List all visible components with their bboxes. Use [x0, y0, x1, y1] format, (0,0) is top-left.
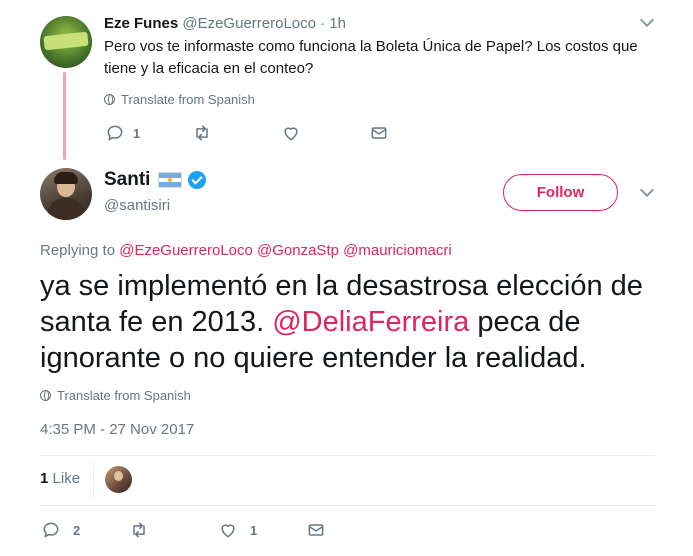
translate-label: Translate from Spanish	[121, 92, 255, 107]
liker-avatar[interactable]	[105, 466, 132, 493]
main-tweet-text: ya se implementó en la desastrosa elecci…	[40, 268, 665, 376]
thread-connector	[63, 72, 66, 160]
retweet-button[interactable]	[129, 520, 149, 540]
reply-icon	[43, 522, 59, 538]
dm-icon	[371, 127, 387, 139]
reply-button[interactable]: 1	[105, 123, 140, 143]
mention-link[interactable]: @mauriciomacri	[343, 242, 452, 259]
retweet-icon	[196, 125, 208, 141]
reply-icon	[107, 125, 123, 141]
main-author-row: Santi	[104, 169, 207, 191]
chevron-down-icon[interactable]	[639, 12, 655, 28]
reply-tweet-text: Pero vos te informaste como funciona la …	[104, 38, 638, 77]
like-button[interactable]: 1	[218, 520, 257, 540]
tweet-timestamp[interactable]: 4:35 PM - 27 Nov 2017	[40, 421, 194, 438]
likes-count: 1	[40, 470, 49, 487]
avatar-eze-funes[interactable]	[40, 16, 92, 68]
mention-link[interactable]: @DeliaFerreira	[272, 306, 469, 338]
dm-icon	[308, 524, 324, 536]
replying-prefix: Replying to	[40, 242, 116, 259]
reply-count: 1	[133, 125, 141, 141]
divider	[40, 505, 655, 506]
translate-link[interactable]: Translate from Spanish	[40, 388, 191, 403]
reply-author-name[interactable]: Eze Funes	[104, 15, 178, 32]
globe-icon	[40, 390, 51, 401]
chevron-down-icon[interactable]	[639, 182, 655, 198]
reply-tweet-header: Eze Funes @EzeGuerreroLoco · 1h	[104, 15, 346, 32]
main-author-name[interactable]: Santi	[104, 169, 150, 191]
likes-label: Like	[52, 470, 81, 487]
verified-icon	[188, 171, 207, 189]
mention-link[interactable]: @EzeGuerreroLoco	[119, 242, 253, 259]
main-author-handle[interactable]: @santisiri	[104, 197, 170, 214]
replying-to: Replying to @EzeGuerreroLoco @GonzaStp @…	[40, 242, 452, 259]
like-button[interactable]	[281, 123, 301, 143]
reply-time[interactable]: · 1h	[320, 15, 346, 32]
dm-button[interactable]	[369, 123, 389, 143]
divider	[93, 462, 94, 498]
retweet-icon	[133, 522, 145, 538]
globe-icon	[104, 94, 115, 105]
avatar-santi[interactable]	[40, 168, 92, 220]
translate-link[interactable]: Translate from Spanish	[104, 92, 255, 107]
heart-icon	[221, 524, 235, 538]
retweet-button[interactable]	[192, 123, 212, 143]
likes-stat[interactable]: 1 Like	[40, 470, 80, 487]
translate-label: Translate from Spanish	[57, 388, 191, 403]
divider	[40, 455, 655, 456]
mention-link[interactable]: @GonzaStp	[257, 242, 339, 259]
heart-icon	[284, 127, 298, 141]
reply-count: 2	[73, 522, 81, 538]
reply-button[interactable]: 2	[41, 520, 80, 540]
follow-button[interactable]: Follow	[503, 174, 618, 211]
dm-button[interactable]	[306, 520, 326, 540]
reply-author-handle[interactable]: @EzeGuerreroLoco	[182, 15, 316, 32]
like-count: 1	[250, 522, 258, 538]
flag-argentina-icon	[158, 172, 183, 188]
